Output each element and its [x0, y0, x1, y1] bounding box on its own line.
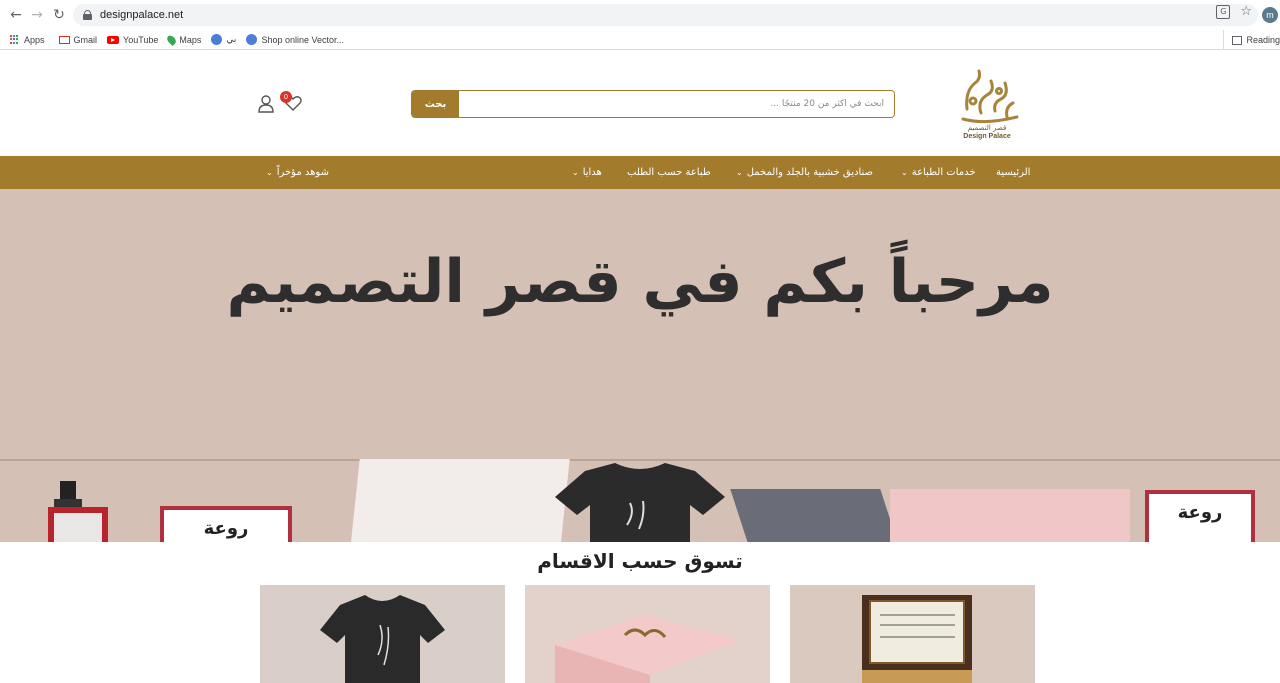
calligraphy-frame-image: روعة	[160, 506, 292, 542]
bookmark-maps[interactable]: Maps	[165, 33, 202, 46]
reading-list-button[interactable]: Reading	[1223, 30, 1280, 50]
address-bar[interactable]: designpalace.net	[73, 4, 1258, 26]
bookmark-vector-shop[interactable]: Shop online Vector...	[246, 34, 344, 45]
category-card-boxes[interactable]	[525, 585, 770, 683]
forward-icon[interactable]: →	[26, 4, 48, 26]
nav-item-label: صناديق خشبية بالجلد والمخمل	[746, 167, 874, 178]
chevron-down-icon: ⌄	[572, 168, 579, 177]
wooden-box-category-image	[790, 585, 1035, 683]
chevron-down-icon: ⌄	[901, 168, 908, 177]
bookmarks-bar: Apps Gmail YouTube Maps بي Shop online V…	[0, 30, 1280, 50]
bookmark-label: بي	[226, 34, 237, 44]
chevron-down-icon: ⌄	[266, 168, 273, 177]
wishlist-count-badge: 0	[280, 91, 292, 103]
reading-list-icon	[1232, 35, 1243, 45]
nav-item-label: الرئيسية	[996, 167, 1031, 178]
bookmark-label: Apps	[24, 34, 45, 45]
site-favicon-icon	[246, 34, 258, 45]
maps-pin-icon	[165, 33, 178, 46]
hero-banner[interactable]: مرحباً بكم في قصر التصميم روعة روعة	[0, 189, 1280, 542]
grey-box-image	[730, 489, 900, 542]
nav-item-recently-viewed[interactable]: ⌄ شوهد مؤخراً	[266, 156, 329, 189]
frame-calligraphy-text: روعة	[203, 518, 249, 539]
back-icon[interactable]: ←	[5, 4, 27, 26]
lock-icon[interactable]	[83, 10, 92, 20]
bookmark-label: YouTube	[123, 34, 159, 45]
bookmark-gmail[interactable]: Gmail	[58, 34, 98, 45]
reload-icon[interactable]: ↻	[48, 4, 70, 26]
url-text[interactable]: designpalace.net	[100, 9, 183, 21]
gmail-icon	[58, 35, 70, 44]
profile-avatar[interactable]: m	[1262, 7, 1278, 23]
bookmark-label: Maps	[179, 34, 202, 45]
nav-item-label: خدمات الطباعة	[911, 167, 976, 178]
hero-title: مرحباً بكم في قصر التصميم	[226, 247, 1054, 317]
search-button[interactable]: بحث	[412, 91, 459, 117]
user-account-icon[interactable]	[258, 95, 274, 113]
hero-shelf	[0, 459, 1280, 461]
bookmark-label: Shop online Vector...	[261, 34, 344, 45]
nav-item-label: شوهد مؤخراً	[276, 167, 329, 178]
nav-item-print-on-demand[interactable]: طباعة حسب الطلب	[627, 156, 711, 189]
nav-item-label: طباعة حسب الطلب	[627, 167, 711, 178]
box-category-image	[525, 585, 770, 683]
category-card-tshirts[interactable]	[260, 585, 505, 683]
search-form: بحث	[411, 90, 895, 118]
bookmark-apps[interactable]: Apps	[10, 34, 45, 45]
logo-arabic-name: قصر التصميم	[967, 124, 1007, 132]
tshirt-image	[555, 463, 725, 542]
bookmark-site[interactable]: بي	[211, 34, 236, 45]
search-input[interactable]	[459, 91, 894, 117]
category-card-wooden-boxes[interactable]	[790, 585, 1035, 683]
pink-box-image	[890, 489, 1130, 542]
browser-toolbar: ← → ↻ designpalace.net G ☆ m	[0, 0, 1280, 30]
tshirt-category-image	[260, 585, 505, 683]
calligraphy-frame-image: روعة	[1145, 490, 1255, 542]
logo-english-name: Design Palace	[963, 133, 1011, 140]
bookmark-youtube[interactable]: YouTube	[107, 35, 158, 45]
nav-item-gifts[interactable]: ⌄ هدايا	[572, 156, 602, 189]
nav-item-home[interactable]: الرئيسية	[996, 156, 1030, 189]
frame-calligraphy-text: روعة	[1177, 502, 1223, 523]
chevron-down-icon: ⌄	[736, 168, 743, 177]
nav-item-label: هدايا	[582, 167, 602, 178]
site-header: قصر التصميم Design Palace بحث 0	[0, 51, 1280, 156]
reading-list-label: Reading	[1246, 35, 1280, 45]
main-navigation: الرئيسية ⌄ خدمات الطباعة ⌄ صناديق خشبية …	[0, 156, 1280, 189]
bookmark-label: Gmail	[73, 34, 98, 45]
apps-grid-icon	[10, 34, 20, 45]
translate-icon[interactable]: G	[1216, 4, 1231, 19]
gift-box-image	[350, 459, 570, 542]
nav-item-wooden-boxes[interactable]: ⌄ صناديق خشبية بالجلد والمخمل	[736, 156, 873, 189]
nav-item-printing-services[interactable]: ⌄ خدمات الطباعة	[901, 156, 976, 189]
youtube-icon	[107, 35, 120, 44]
perfume-bottle-image	[48, 481, 108, 542]
categories-heading: تسوق حسب الاقسام	[537, 549, 743, 573]
site-favicon-icon	[211, 34, 223, 45]
bookmark-star-icon[interactable]: ☆	[1240, 4, 1252, 19]
